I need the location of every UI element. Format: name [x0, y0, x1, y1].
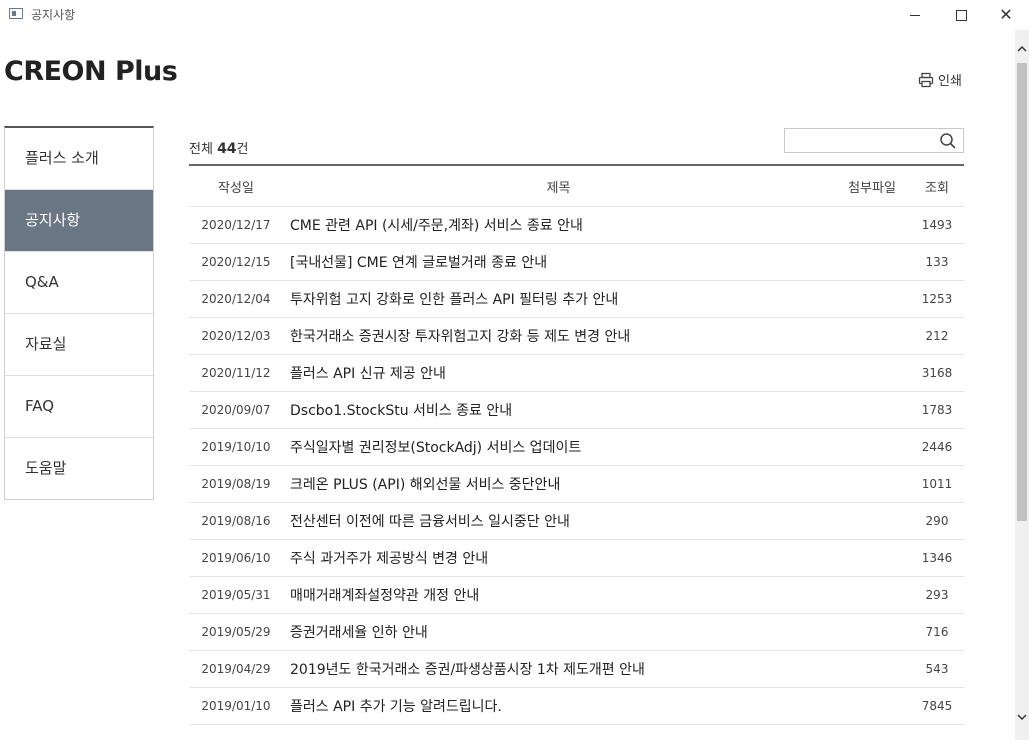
header-attach: 첨부파일	[848, 180, 896, 196]
table-row[interactable]: 2019/06/10 주식 과거주가 제공방식 변경 안내 1346	[189, 540, 964, 577]
row-date: 2019/06/10	[201, 551, 271, 565]
sidebar-item[interactable]: FAQ	[5, 376, 153, 438]
row-title[interactable]: 2019년도 한국거래소 증권/파생상품시장 1차 제도개편 안내	[283, 659, 834, 679]
search-box	[784, 128, 964, 153]
row-title[interactable]: 매매거래계좌설정약관 개정 안내	[283, 585, 834, 605]
search-input[interactable]	[789, 129, 938, 153]
scroll-down-icon[interactable]	[1015, 710, 1029, 724]
search-icon[interactable]	[939, 132, 957, 154]
total-count: 전체 44건	[189, 138, 249, 157]
sidebar-item[interactable]: 공지사항	[5, 190, 153, 252]
sidebar-item[interactable]: 플러스 소개	[5, 128, 153, 190]
row-date: 2019/04/29	[201, 662, 271, 676]
sidebar-item[interactable]: Q&A	[5, 252, 153, 314]
row-title[interactable]: 크레온 PLUS (API) 해외선물 서비스 중단안내	[283, 474, 834, 494]
row-date: 2020/09/07	[201, 403, 271, 417]
row-title[interactable]: 주식일자별 권리정보(StockAdj) 서비스 업데이트	[283, 437, 834, 457]
row-date: 2020/12/15	[201, 255, 271, 269]
table-body: 2020/12/17 CME 관련 API (시세/주문,계좌) 서비스 종료 안…	[189, 207, 964, 725]
scrollbar-thumb[interactable]	[1017, 63, 1027, 521]
count-suffix: 건	[236, 142, 249, 157]
table-row[interactable]: 2019/05/31 매매거래계좌설정약관 개정 안내 293	[189, 577, 964, 614]
header-title: 제목	[546, 180, 571, 196]
row-date: 2019/10/10	[201, 440, 271, 454]
row-views: 2446	[921, 440, 953, 454]
row-views: 543	[925, 662, 949, 676]
row-title[interactable]: [국내선물] CME 연계 글로벌거래 종료 안내	[283, 252, 834, 272]
sidebar-nav: 플러스 소개 공지사항 Q&A 자료실 FAQ 도움말	[4, 126, 154, 500]
window-titlebar: 공지사항 ✕	[0, 0, 1029, 30]
row-date: 2019/05/31	[201, 588, 271, 602]
row-views: 293	[925, 588, 949, 602]
row-title[interactable]: 주식 과거주가 제공방식 변경 안내	[283, 548, 834, 568]
notice-table: 작성일 제목 첨부파일 조회 2020/12/17 CME 관련 API (시세/…	[189, 164, 964, 725]
row-views: 212	[925, 329, 949, 343]
close-icon: ✕	[999, 5, 1013, 24]
minimize-button[interactable]	[892, 0, 938, 30]
row-date: 2019/01/10	[201, 699, 271, 713]
row-title[interactable]: 전산센터 이전에 따른 금융서비스 일시중단 안내	[283, 511, 834, 531]
row-views: 133	[925, 255, 949, 269]
table-row[interactable]: 2020/09/07 Dscbo1.StockStu 서비스 종료 안내 1783	[189, 392, 964, 429]
row-date: 2020/12/17	[201, 218, 271, 232]
header-date: 작성일	[218, 180, 254, 196]
sidebar-item[interactable]: 도움말	[5, 438, 153, 499]
scroll-up-icon[interactable]	[1015, 42, 1029, 56]
table-row[interactable]: 2019/05/29 증권거래세율 인하 안내 716	[189, 614, 964, 651]
minimize-icon	[910, 15, 920, 16]
table-header: 작성일 제목 첨부파일 조회	[189, 166, 964, 207]
table-row[interactable]: 2020/12/17 CME 관련 API (시세/주문,계좌) 서비스 종료 안…	[189, 207, 964, 244]
table-row[interactable]: 2019/10/10 주식일자별 권리정보(StockAdj) 서비스 업데이트 2…	[189, 429, 964, 466]
row-views: 1783	[921, 403, 953, 417]
table-row[interactable]: 2020/12/15 [국내선물] CME 연계 글로벌거래 종료 안내 133	[189, 244, 964, 281]
table-row[interactable]: 2020/12/03 한국거래소 증권시장 투자위험고지 강화 등 제도 변경 안…	[189, 318, 964, 355]
row-title[interactable]: CME 관련 API (시세/주문,계좌) 서비스 종료 안내	[283, 215, 834, 235]
count-value: 44	[217, 141, 237, 157]
row-views: 3168	[921, 366, 953, 380]
row-title[interactable]: 증권거래세율 인하 안내	[283, 622, 834, 642]
row-date: 2020/12/04	[201, 292, 271, 306]
count-prefix: 전체	[189, 142, 213, 157]
table-row[interactable]: 2019/01/10 플러스 API 추가 기능 알려드립니다. 7845	[189, 688, 964, 725]
brand-title: CREON Plus	[4, 56, 178, 87]
row-title[interactable]: Dscbo1.StockStu 서비스 종료 안내	[283, 400, 834, 420]
row-date: 2020/11/12	[201, 366, 271, 380]
row-views: 1253	[921, 292, 953, 306]
row-date: 2019/05/29	[201, 625, 271, 639]
window-title: 공지사항	[31, 8, 76, 22]
vertical-scrollbar[interactable]	[1015, 30, 1029, 740]
row-title[interactable]: 한국거래소 증권시장 투자위험고지 강화 등 제도 변경 안내	[283, 326, 834, 346]
print-label: 인쇄	[938, 74, 962, 89]
row-date: 2019/08/16	[201, 514, 271, 528]
row-views: 290	[925, 514, 949, 528]
maximize-icon	[955, 10, 967, 21]
app-icon	[9, 8, 23, 19]
sidebar-item[interactable]: 자료실	[5, 314, 153, 376]
table-row[interactable]: 2020/11/12 플러스 API 신규 제공 안내 3168	[189, 355, 964, 392]
row-views: 1011	[921, 477, 953, 491]
row-views: 1346	[921, 551, 953, 565]
row-date: 2020/12/03	[201, 329, 271, 343]
row-date: 2019/08/19	[201, 477, 271, 491]
close-button[interactable]: ✕	[983, 0, 1029, 30]
table-row[interactable]: 2019/04/29 2019년도 한국거래소 증권/파생상품시장 1차 제도개편…	[189, 651, 964, 688]
row-views: 1493	[921, 218, 953, 232]
print-button[interactable]: 인쇄	[918, 70, 962, 92]
table-row[interactable]: 2019/08/19 크레온 PLUS (API) 해외선물 서비스 중단안내 10…	[189, 466, 964, 503]
printer-icon	[918, 72, 934, 92]
table-row[interactable]: 2019/08/16 전산센터 이전에 따른 금융서비스 일시중단 안내 290	[189, 503, 964, 540]
row-title[interactable]: 플러스 API 추가 기능 알려드립니다.	[283, 696, 834, 716]
header-views: 조회	[925, 180, 949, 196]
row-title[interactable]: 투자위험 고지 강화로 인한 플러스 API 필터링 추가 안내	[283, 289, 834, 309]
maximize-button[interactable]	[938, 0, 984, 30]
row-title[interactable]: 플러스 API 신규 제공 안내	[283, 363, 834, 383]
row-views: 7845	[921, 699, 953, 713]
table-row[interactable]: 2020/12/04 투자위험 고지 강화로 인한 플러스 API 필터링 추가 …	[189, 281, 964, 318]
row-views: 716	[925, 625, 949, 639]
